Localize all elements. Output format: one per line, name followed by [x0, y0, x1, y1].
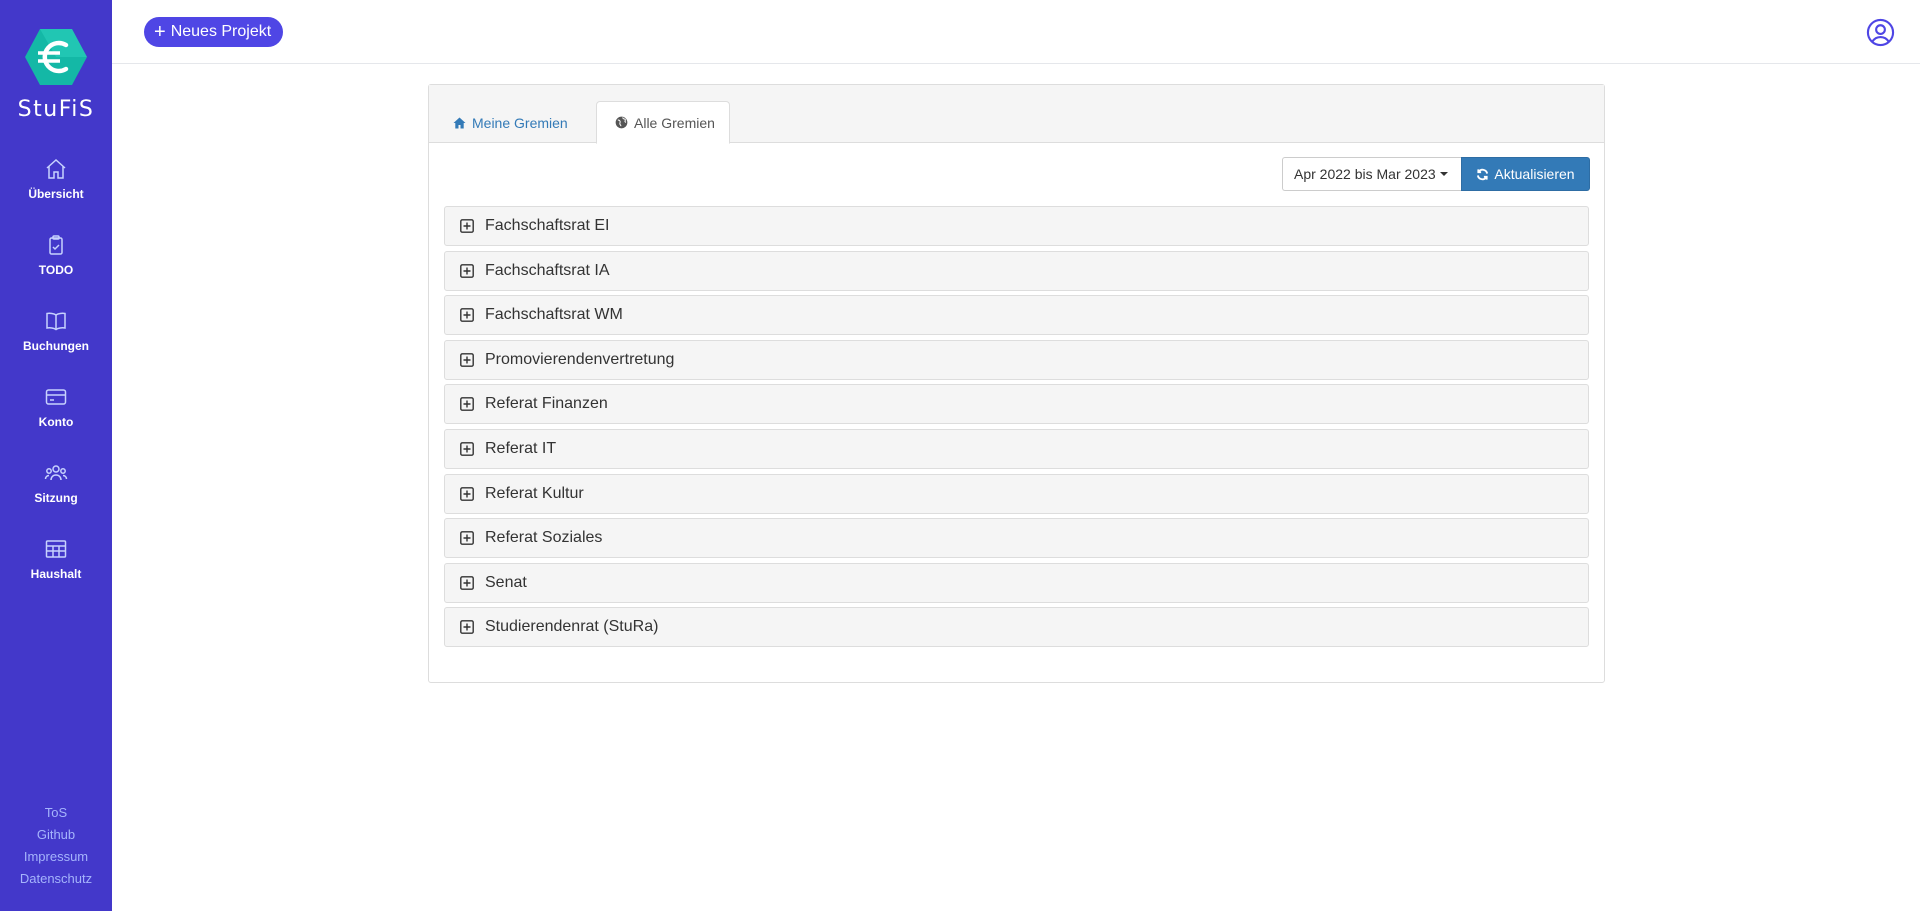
group-label: Studierendenrat (StuRa)	[485, 618, 659, 636]
home-icon	[46, 158, 66, 179]
sidebar-item-konto[interactable]: Konto	[0, 385, 112, 447]
date-range-dropdown[interactable]: Apr 2022 bis Mar 2023	[1282, 157, 1461, 191]
list-item[interactable]: Referat IT	[444, 428, 1589, 469]
sidebar-item-todo[interactable]: TODO	[0, 233, 112, 295]
list-item[interactable]: Referat Soziales	[444, 518, 1589, 559]
list-item[interactable]: Studierendenrat (StuRa)	[444, 607, 1589, 648]
tab-meine-gremien[interactable]: Meine Gremien	[453, 101, 568, 144]
list-item[interactable]: Senat	[444, 562, 1589, 603]
plus-square-icon	[460, 263, 474, 278]
gremien-list: Fachschaftsrat EI Fachschaftsrat IA Fach…	[444, 206, 1589, 652]
caret-down-icon	[1439, 172, 1448, 176]
refresh-button[interactable]: Aktualisieren	[1461, 157, 1590, 191]
tab-alle-gremien[interactable]: Alle Gremien	[596, 101, 730, 144]
clipboard-check-icon	[49, 235, 63, 255]
sidebar: StuFiS Übersicht TODO Buchungen Konto Si…	[0, 0, 112, 911]
sidebar-item-sitzung[interactable]: Sitzung	[0, 461, 112, 523]
group-label: Referat IT	[485, 439, 557, 457]
sidebar-item-haushalt[interactable]: Haushalt	[0, 537, 112, 599]
user-group-icon	[44, 465, 68, 481]
plus-square-icon	[460, 620, 474, 635]
sidebar-item-label: Konto	[38, 415, 74, 429]
list-item[interactable]: Fachschaftsrat EI	[444, 206, 1589, 246]
plus-square-icon	[460, 442, 474, 456]
home-icon	[453, 117, 466, 128]
gremien-panel: Meine Gremien Alle Gremien Apr 2022 bis …	[428, 84, 1605, 683]
plus-square-icon	[460, 486, 474, 501]
plus-square-icon	[460, 531, 474, 546]
group-label: Referat Finanzen	[485, 395, 608, 413]
sidebar-item-label: Übersicht	[28, 187, 84, 201]
tab-label: Alle Gremien	[634, 114, 715, 131]
refresh-label: Aktualisieren	[1494, 166, 1575, 182]
plus-square-icon	[460, 219, 474, 233]
plus-square-icon	[460, 308, 474, 323]
footer-link-tos[interactable]: ToS	[0, 802, 112, 824]
list-item[interactable]: Referat Kultur	[444, 473, 1589, 514]
sidebar-item-label: TODO	[38, 263, 74, 277]
list-item[interactable]: Fachschaftsrat IA	[444, 250, 1589, 291]
book-open-icon	[46, 312, 66, 331]
tab-label: Meine Gremien	[472, 114, 568, 131]
plus-square-icon	[460, 397, 474, 412]
tab-bar: Meine Gremien Alle Gremien	[429, 85, 1604, 144]
date-range-label: Apr 2022 bis Mar 2023	[1294, 166, 1436, 182]
sidebar-item-label: Haushalt	[30, 567, 82, 581]
plus-icon: +	[154, 21, 166, 43]
table-icon	[45, 540, 67, 558]
footer-links: ToS Github Impressum Datenschutz	[0, 802, 112, 890]
plus-square-icon	[460, 575, 474, 590]
sidebar-item-label: Buchungen	[23, 339, 89, 353]
credit-card-icon	[45, 389, 67, 405]
list-item[interactable]: Fachschaftsrat WM	[444, 295, 1589, 336]
footer-link-github[interactable]: Github	[0, 824, 112, 846]
group-label: Fachschaftsrat WM	[485, 306, 623, 324]
group-label: Referat Kultur	[485, 484, 584, 502]
new-project-label: Neues Projekt	[170, 23, 272, 40]
brand-name: StuFiS	[17, 97, 95, 122]
group-label: Referat Soziales	[485, 529, 603, 547]
list-item[interactable]: Promovierendenvertretung	[444, 339, 1589, 380]
euro-logo-icon[interactable]	[24, 27, 88, 87]
sidebar-item-uebersicht[interactable]: Übersicht	[0, 157, 112, 219]
sidebar-item-buchungen[interactable]: Buchungen	[0, 309, 112, 371]
globe-icon	[615, 116, 628, 129]
top-bar: + Neues Projekt	[112, 0, 1920, 64]
new-project-button[interactable]: + Neues Projekt	[144, 17, 284, 47]
plus-square-icon	[460, 352, 474, 367]
group-label: Promovierendenvertretung	[485, 350, 675, 368]
footer-link-datenschutz[interactable]: Datenschutz	[0, 868, 112, 890]
footer-link-impressum[interactable]: Impressum	[0, 846, 112, 868]
group-label: Senat	[485, 573, 527, 591]
sidebar-item-label: Sitzung	[34, 491, 78, 505]
user-circle-icon[interactable]	[1866, 18, 1895, 47]
refresh-icon	[1477, 168, 1489, 180]
group-label: Fachschaftsrat EI	[485, 217, 610, 234]
group-label: Fachschaftsrat IA	[485, 261, 610, 279]
list-item[interactable]: Referat Finanzen	[444, 384, 1589, 425]
